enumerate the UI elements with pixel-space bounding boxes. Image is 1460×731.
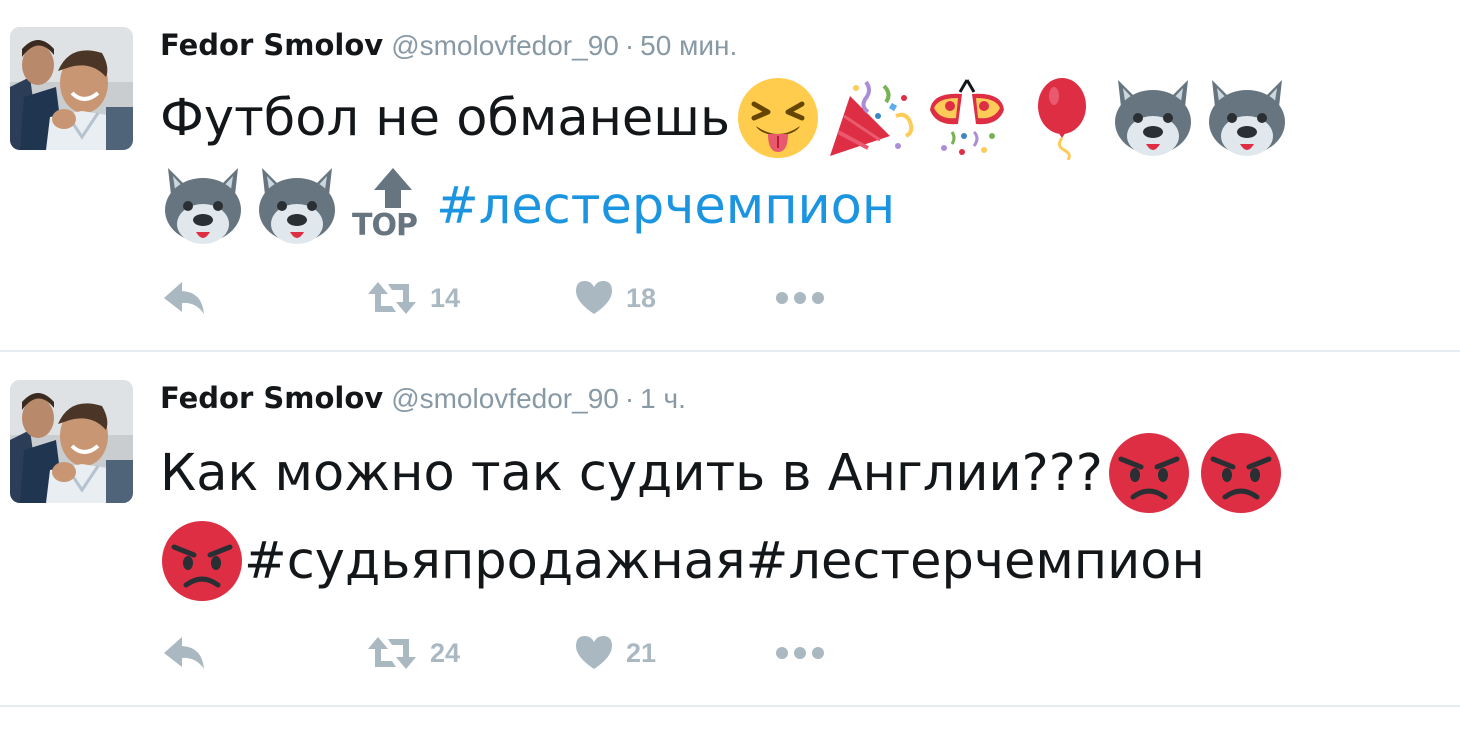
like-count: 18: [626, 282, 657, 313]
tweet-timestamp[interactable]: 50 мин.: [640, 30, 737, 61]
tweet-header: Fedor Smolov @smolovfedor_90 · 1 ч.: [160, 381, 686, 417]
like-button[interactable]: 18: [574, 278, 656, 318]
more-icon: [776, 647, 824, 659]
like-count: 21: [626, 637, 657, 668]
avatar[interactable]: [10, 27, 133, 150]
reply-icon: [164, 282, 204, 314]
wolf-emoji: [165, 168, 241, 244]
top-label: TOP: [352, 208, 418, 243]
tweet-text-line: Как можно так судить в Англии???: [160, 433, 1283, 513]
retweet-count: 24: [430, 637, 461, 668]
tweet[interactable]: Fedor Smolov @smolovfedor_90 · 1 ч. Как мож…: [0, 353, 1460, 707]
party-popper-emoji: [830, 80, 914, 156]
author-handle[interactable]: @smolovfedor_90: [391, 30, 619, 61]
more-button[interactable]: [774, 633, 826, 673]
tweet-text-content: Как можно так судить в Англии???: [160, 443, 1103, 503]
avatar[interactable]: [10, 380, 133, 503]
more-icon: [776, 292, 824, 304]
balloon-emoji: [1038, 78, 1087, 160]
tweet-actions: 24 21: [160, 633, 860, 673]
hashtag-link[interactable]: #лестерчемпион: [746, 532, 1205, 591]
wolf-emoji: [259, 168, 335, 244]
retweet-count: 14: [430, 282, 461, 313]
retweet-icon: [368, 637, 416, 669]
tweet[interactable]: Fedor Smolov @smolovfedor_90 · 50 мин. Футб…: [0, 0, 1460, 351]
reply-button[interactable]: [160, 633, 206, 673]
like-button[interactable]: 21: [574, 633, 656, 673]
tweet-divider: [0, 350, 1460, 352]
separator-dot: ·: [624, 30, 635, 61]
reply-button[interactable]: [160, 278, 206, 318]
separator-dot: ·: [624, 383, 635, 414]
top-arrow-emoji: TOP: [352, 164, 434, 248]
retweet-icon: [368, 282, 416, 314]
like-icon: [576, 281, 612, 314]
retweet-button[interactable]: 14: [366, 278, 460, 318]
wolf-emoji: [1209, 80, 1286, 156]
like-icon: [576, 636, 612, 669]
up-arrow-icon: [374, 168, 412, 208]
author-name[interactable]: Fedor Smolov: [160, 28, 383, 62]
tweet-text-line: TOP #лестерчемпион: [160, 166, 895, 246]
hashtag-link[interactable]: #лестерчемпион: [436, 177, 895, 236]
tweet-timestamp[interactable]: 1 ч.: [640, 383, 686, 414]
tweet-divider: [0, 705, 1460, 707]
angry-face-emoji: [1108, 433, 1189, 513]
author-handle[interactable]: @smolovfedor_90: [391, 383, 619, 414]
reply-icon: [164, 637, 204, 669]
tweet-text-content: Футбол не обманешь: [160, 88, 731, 148]
confetti-ball-emoji: [930, 79, 1005, 155]
tweet-actions: 14 18: [160, 278, 860, 318]
author-name[interactable]: Fedor Smolov: [160, 381, 383, 415]
hashtag-link[interactable]: #судьяпродажная: [244, 532, 746, 591]
more-button[interactable]: [774, 278, 826, 318]
tweet-text-line: #судьяпродажная #лестерчемпион: [160, 521, 1205, 601]
retweet-button[interactable]: 24: [366, 633, 460, 673]
angry-face-emoji: [162, 521, 242, 601]
tweet-header: Fedor Smolov @smolovfedor_90 · 50 мин.: [160, 28, 737, 64]
wolf-emoji: [1115, 80, 1192, 156]
angry-face-emoji: [1200, 433, 1281, 513]
tweet-text-line: Футбол не обманешь: [160, 78, 1290, 160]
squinting-tongue-emoji: [738, 78, 819, 158]
